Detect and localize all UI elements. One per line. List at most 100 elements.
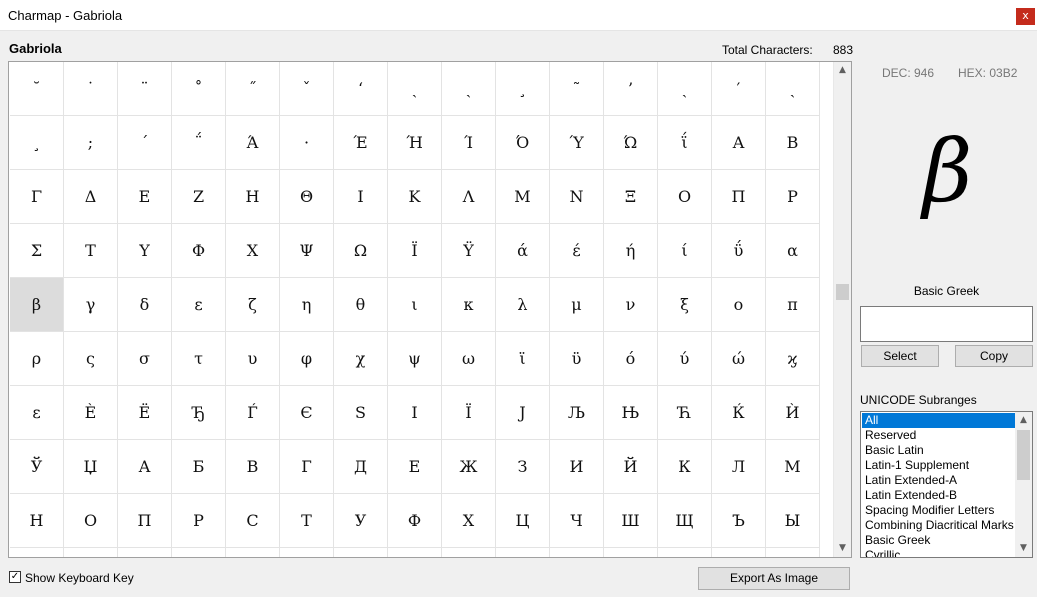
char-cell[interactable]: Ό <box>496 116 550 170</box>
char-cell[interactable]: ϗ <box>766 332 820 386</box>
char-cell[interactable]: λ <box>496 278 550 332</box>
char-cell[interactable]: З <box>496 440 550 494</box>
subrange-item[interactable]: Reserved <box>862 428 1015 443</box>
char-cell[interactable]: Ι <box>334 170 388 224</box>
char-cell[interactable]: С <box>226 494 280 548</box>
char-cell[interactable]: ˏ <box>388 62 442 116</box>
subrange-item[interactable]: Spacing Modifier Letters <box>862 503 1015 518</box>
char-cell[interactable]: Ί <box>442 116 496 170</box>
char-cell[interactable]: Т <box>280 494 334 548</box>
char-cell[interactable]: Ξ <box>604 170 658 224</box>
char-cell[interactable]: π <box>766 278 820 332</box>
char-cell[interactable]: О <box>64 494 118 548</box>
char-cell[interactable]: ή <box>604 224 658 278</box>
char-cell[interactable]: Τ <box>64 224 118 278</box>
char-cell[interactable]: к <box>766 548 820 557</box>
char-cell[interactable]: χ <box>334 332 388 386</box>
char-cell[interactable]: Ё <box>118 386 172 440</box>
char-cell[interactable]: Χ <box>226 224 280 278</box>
char-cell[interactable]: Д <box>334 440 388 494</box>
char-cell[interactable]: ’ <box>604 62 658 116</box>
char-cell[interactable]: δ <box>118 278 172 332</box>
char-cell[interactable]: Φ <box>172 224 226 278</box>
char-cell[interactable]: Б <box>172 440 226 494</box>
char-cell[interactable]: τ <box>172 332 226 386</box>
char-cell[interactable]: ˜ <box>550 62 604 116</box>
char-cell[interactable]: Ѓ <box>226 386 280 440</box>
char-cell[interactable]: Е <box>388 440 442 494</box>
grid-scrollbar[interactable]: ▲ ▼ <box>833 62 851 557</box>
char-cell[interactable]: Ј <box>496 386 550 440</box>
char-cell[interactable]: · <box>280 116 334 170</box>
char-cell[interactable]: ¸ <box>496 62 550 116</box>
char-cell[interactable]: ο <box>712 278 766 332</box>
char-cell[interactable]: θ <box>334 278 388 332</box>
char-cell[interactable]: ˙ <box>64 62 118 116</box>
char-cell[interactable]: М <box>766 440 820 494</box>
char-cell[interactable]: д <box>442 548 496 557</box>
char-cell[interactable]: ν <box>604 278 658 332</box>
char-cell[interactable]: Ъ <box>712 494 766 548</box>
subranges-scrollbar[interactable]: ▲ ▼ <box>1015 412 1032 557</box>
char-cell[interactable]: Ѕ <box>334 386 388 440</box>
char-cell[interactable]: Ύ <box>550 116 604 170</box>
char-cell[interactable]: Ε <box>118 170 172 224</box>
char-cell[interactable]: ω <box>442 332 496 386</box>
char-cell[interactable]: Ш <box>604 494 658 548</box>
char-cell[interactable]: υ <box>226 332 280 386</box>
char-cell[interactable]: Й <box>604 440 658 494</box>
char-cell[interactable]: Ѝ <box>766 386 820 440</box>
subrange-item[interactable]: Latin Extended-A <box>862 473 1015 488</box>
char-cell[interactable]: ύ <box>658 332 712 386</box>
subrange-item[interactable]: Combining Diacritical Marks <box>862 518 1015 533</box>
char-cell[interactable]: Μ <box>496 170 550 224</box>
char-cell[interactable]: Ї <box>442 386 496 440</box>
char-cell[interactable]: Њ <box>604 386 658 440</box>
char-cell[interactable]: ΅ <box>172 116 226 170</box>
char-cell[interactable]: Η <box>226 170 280 224</box>
char-cell[interactable]: ΄ <box>118 116 172 170</box>
char-cell[interactable]: γ <box>64 278 118 332</box>
char-cell[interactable]: ¨ <box>118 62 172 116</box>
char-cell[interactable]: Β <box>766 116 820 170</box>
char-cell[interactable]: Ѐ <box>64 386 118 440</box>
char-cell[interactable]: ϊ <box>496 332 550 386</box>
char-cell[interactable]: η <box>280 278 334 332</box>
char-cell[interactable]: Δ <box>64 170 118 224</box>
char-cell[interactable]: ψ <box>388 332 442 386</box>
char-cell[interactable]: ρ <box>10 332 64 386</box>
char-cell[interactable]: ό <box>604 332 658 386</box>
char-cell[interactable]: ς <box>64 332 118 386</box>
char-cell[interactable]: ж <box>550 548 604 557</box>
char-cell[interactable]: Λ <box>442 170 496 224</box>
char-cell[interactable]: φ <box>280 332 334 386</box>
char-cell[interactable]: Є <box>280 386 334 440</box>
char-cell[interactable]: Έ <box>334 116 388 170</box>
char-cell[interactable]: ˏ <box>442 62 496 116</box>
char-cell[interactable]: Х <box>442 494 496 548</box>
char-cell[interactable]: Џ <box>64 440 118 494</box>
export-as-image-button[interactable]: Export As Image <box>698 567 850 590</box>
char-cell[interactable]: Ж <box>442 440 496 494</box>
char-cell[interactable]: ˎ <box>766 62 820 116</box>
char-cell[interactable]: ξ <box>658 278 712 332</box>
char-cell[interactable]: Ю <box>118 548 172 557</box>
char-cell[interactable]: б <box>280 548 334 557</box>
close-button[interactable]: x <box>1016 8 1035 25</box>
scroll-up-arrow-icon[interactable]: ▲ <box>834 62 851 79</box>
char-cell[interactable]: Γ <box>10 170 64 224</box>
char-cell[interactable]: Ϊ <box>388 224 442 278</box>
char-cell[interactable]: Υ <box>118 224 172 278</box>
char-cell[interactable]: κ <box>442 278 496 332</box>
char-cell[interactable]: Ν <box>550 170 604 224</box>
char-cell[interactable]: ζ <box>226 278 280 332</box>
char-cell[interactable]: Ы <box>766 494 820 548</box>
char-cell[interactable]: Ћ <box>658 386 712 440</box>
char-cell[interactable]: У <box>334 494 388 548</box>
char-cell[interactable]: а <box>226 548 280 557</box>
char-cell[interactable]: Ά <box>226 116 280 170</box>
scroll-down-arrow-icon[interactable]: ▼ <box>834 540 851 557</box>
char-cell[interactable]: ˎ <box>658 62 712 116</box>
char-cell[interactable]: Н <box>10 494 64 548</box>
char-cell[interactable]: е <box>496 548 550 557</box>
